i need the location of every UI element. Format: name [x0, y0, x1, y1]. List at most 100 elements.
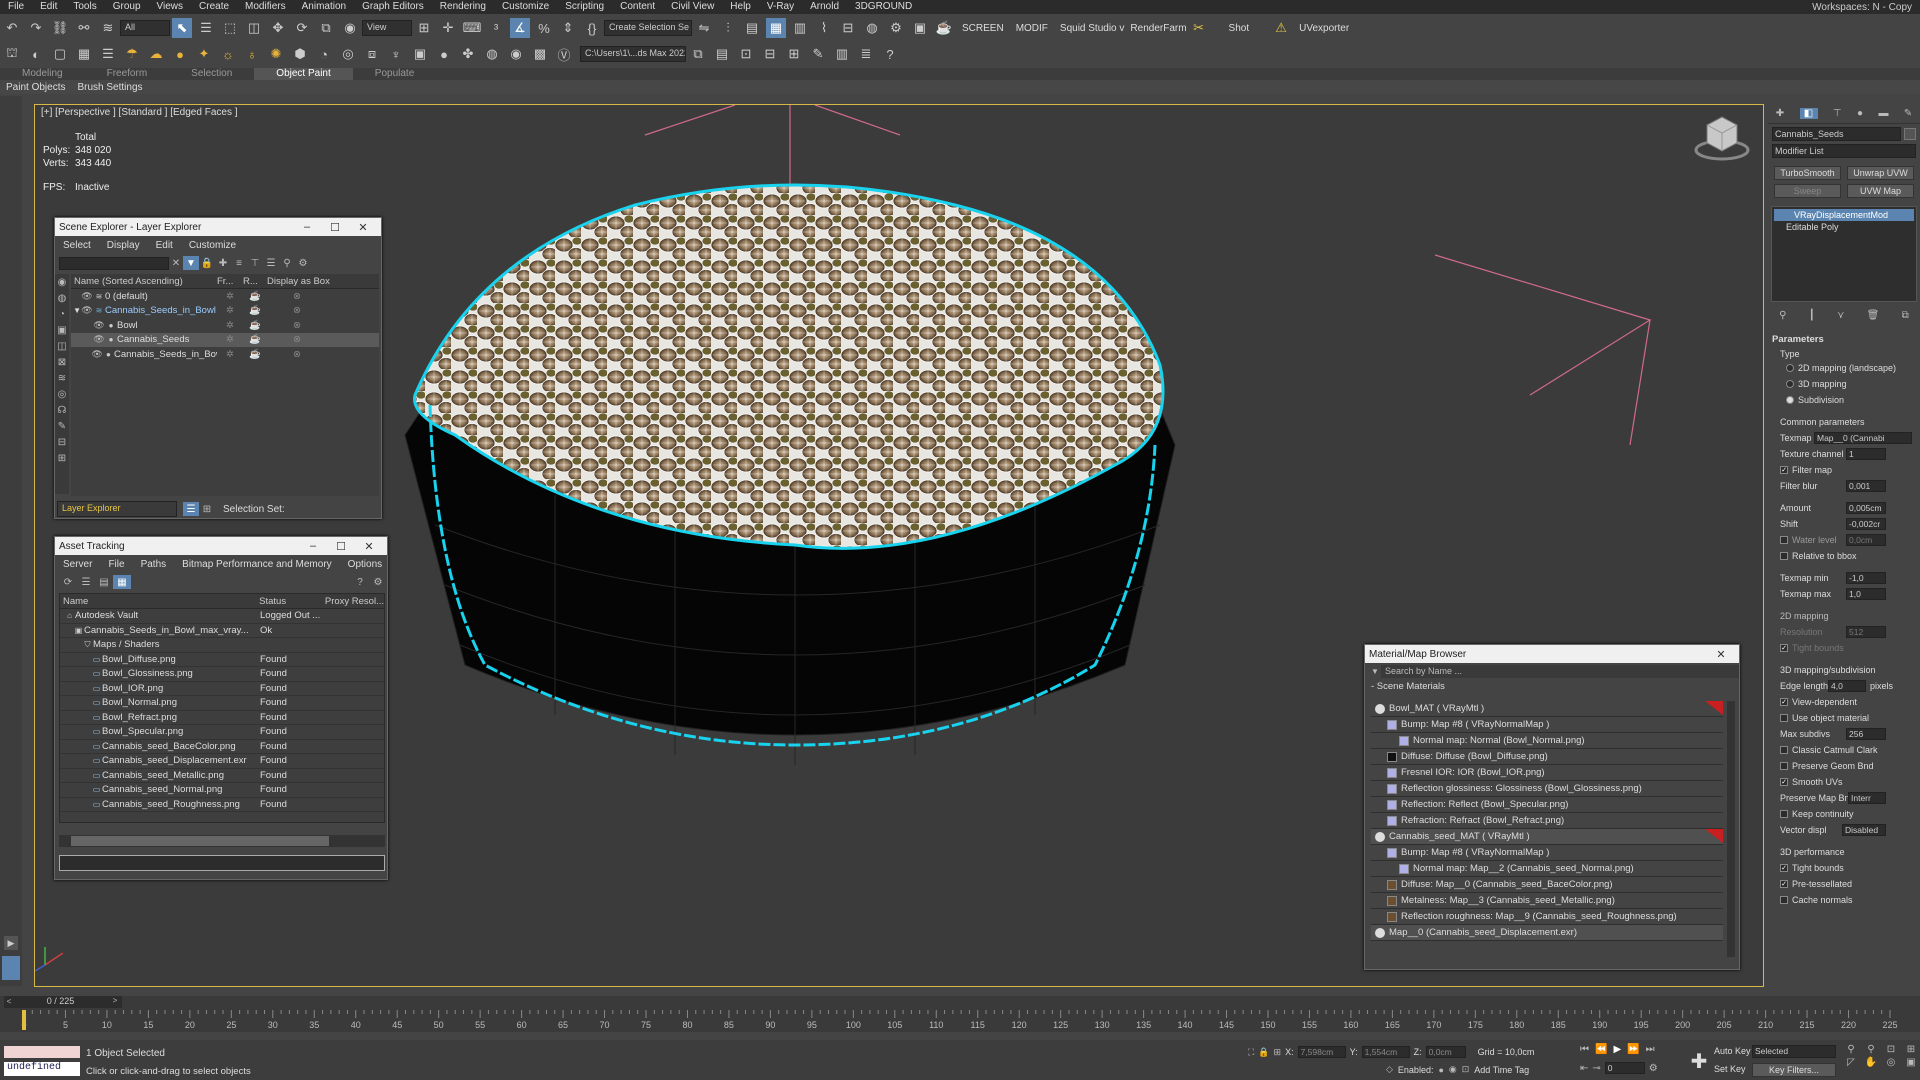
save-icon[interactable]: ⊡: [736, 44, 756, 64]
unwrap-uvw-button[interactable]: Unwrap UVW: [1847, 166, 1914, 180]
modifier-list-dropdown[interactable]: Modifier List: [1772, 144, 1916, 158]
tight-bounds-checkbox[interactable]: Tight bounds: [1792, 863, 1844, 873]
asset-row[interactable]: ⛉ Maps / Shaders: [60, 638, 384, 653]
fov-icon[interactable]: ◸: [1842, 1057, 1860, 1068]
tight-bounds-2d-checkbox[interactable]: Tight bounds: [1792, 643, 1844, 653]
smooth-uvs-checkbox[interactable]: Smooth UVs: [1792, 777, 1843, 787]
invert-display-icon[interactable]: ⊞: [55, 450, 69, 466]
x-field[interactable]: 7,598cm: [1297, 1046, 1346, 1058]
zoom-icon[interactable]: ⚲: [1842, 1044, 1860, 1055]
add-to-layer-icon[interactable]: ≡: [231, 258, 247, 269]
snap-3d-icon[interactable]: ³: [486, 18, 506, 38]
vray-mesh-icon[interactable]: ⧈: [362, 44, 382, 64]
vray-proxy-icon[interactable]: ⬢: [290, 44, 310, 64]
vray-frame-buffer-icon[interactable]: ◉: [506, 44, 526, 64]
menu-animation[interactable]: Animation: [294, 0, 354, 14]
asset-row[interactable]: ▣ Cannabis_Seeds_in_Bowl_max_vray... Ok: [60, 624, 384, 638]
lock-icon[interactable]: 🔒: [199, 258, 215, 269]
material-row[interactable]: Metalness: Map__3 (Cannabis_seed_Metalli…: [1371, 893, 1723, 909]
clear-search-icon[interactable]: ✕: [169, 258, 183, 269]
close-icon[interactable]: ✕: [355, 540, 383, 553]
pin-stack-icon[interactable]: ⚲: [1779, 310, 1786, 321]
create-tab-icon[interactable]: ✚: [1776, 108, 1784, 119]
display-box-icon[interactable]: ⊗: [267, 320, 327, 331]
help-icon[interactable]: ?: [351, 577, 369, 588]
show-end-result-icon[interactable]: ┃: [1809, 310, 1815, 321]
minimize-icon[interactable]: –: [293, 221, 321, 233]
display-xrefs-icon[interactable]: ☊: [55, 402, 69, 418]
3d-mapping-radio[interactable]: [1786, 380, 1794, 388]
material-browser-titlebar[interactable]: Material/Map Browser ✕: [1365, 645, 1739, 663]
display-box-icon[interactable]: ⊗: [267, 291, 327, 302]
scene-materials-section[interactable]: - Scene Materials: [1365, 679, 1739, 695]
maximize-icon[interactable]: ☐: [321, 221, 349, 234]
uvw-map-button[interactable]: UVW Map: [1847, 184, 1914, 198]
subdivision-radio[interactable]: [1786, 396, 1794, 404]
freeze-icon[interactable]: ✲: [217, 291, 243, 302]
render-icon[interactable]: ☕: [934, 18, 954, 38]
visibility-eye-icon[interactable]: 👁: [81, 305, 93, 316]
2d-mapping-radio[interactable]: [1786, 364, 1794, 372]
close-icon[interactable]: ✕: [1707, 648, 1735, 661]
vray-fur-icon[interactable]: ◔: [314, 44, 334, 64]
display-all-icon[interactable]: ⊟: [55, 434, 69, 450]
preserve-geom-bnd-checkbox[interactable]: Preserve Geom Bnd: [1792, 761, 1874, 771]
select-object-icon[interactable]: ⬉: [172, 18, 192, 38]
asset-row[interactable]: ▭ Cannabis_seed_Displacement.exr Found: [60, 754, 384, 769]
go-to-end-icon[interactable]: ⏭: [1646, 1044, 1655, 1055]
render-teapot-icon[interactable]: ☕: [243, 349, 267, 360]
maxscript-mini-listener[interactable]: [4, 1046, 80, 1058]
layer-row[interactable]: 👁 ≋ 0 (default) ✲ ☕ ⊗: [71, 289, 379, 304]
material-row[interactable]: Bowl_MAT ( VRayMtl ): [1371, 701, 1723, 717]
classic-catmull-clark-checkbox[interactable]: Classic Catmull Clark: [1792, 745, 1878, 755]
menu-views[interactable]: Views: [149, 0, 192, 14]
material-scrollbar[interactable]: [1727, 701, 1735, 957]
scene-menu-select[interactable]: Select: [55, 240, 99, 251]
render-teapot-icon[interactable]: ☕: [243, 334, 267, 345]
viewcube-icon[interactable]: [1694, 116, 1750, 161]
set-key-big-icon[interactable]: ✚: [1688, 1048, 1710, 1074]
menu-civil-view[interactable]: Civil View: [663, 0, 722, 14]
adaptive-degradation-icon[interactable]: ◇: [1386, 1064, 1393, 1075]
material-row[interactable]: Diffuse: Diffuse (Bowl_Diffuse.png): [1371, 749, 1723, 765]
vray-logo-icon[interactable]: Ⓥ: [554, 44, 574, 64]
renderfarm-button[interactable]: RenderFarm: [1130, 23, 1186, 34]
preserve-map-bnd-dropdown[interactable]: Interr: [1848, 792, 1886, 804]
asset-menu-server[interactable]: Server: [55, 559, 100, 570]
play-strip-icon[interactable]: ▶: [4, 936, 18, 950]
schematic-view-icon[interactable]: ⊟: [838, 18, 858, 38]
freeze-icon[interactable]: ✲: [217, 334, 243, 345]
import-icon[interactable]: ⊟: [760, 44, 780, 64]
undo-icon[interactable]: ↶: [2, 18, 22, 38]
options-icon[interactable]: ⚙: [369, 577, 387, 588]
hierarchy-tab-icon[interactable]: ⊤: [1833, 108, 1842, 119]
asset-tracking-titlebar[interactable]: Asset Tracking – ☐ ✕: [55, 537, 387, 555]
parameters-rollout-title[interactable]: Parameters: [1772, 334, 1916, 348]
menu-file[interactable]: File: [0, 0, 32, 14]
select-scale-icon[interactable]: ⧉: [316, 18, 336, 38]
curve-editor-icon[interactable]: ⌇: [814, 18, 834, 38]
project-path-dropdown[interactable]: C:\Users\1\...ds Max 2022: [580, 46, 686, 62]
auto-key-button[interactable]: Auto Key: [1714, 1046, 1751, 1056]
select-rotate-icon[interactable]: ⟳: [292, 18, 312, 38]
link-icon[interactable]: ⛓: [50, 18, 70, 38]
display-box-icon[interactable]: ⊗: [267, 305, 327, 316]
scene-explorer-titlebar[interactable]: Scene Explorer - Layer Explorer – ☐ ✕: [55, 218, 381, 236]
vray-clipper-icon[interactable]: ▣: [410, 44, 430, 64]
asset-menu-file[interactable]: File: [100, 559, 132, 570]
z-field[interactable]: 0,0cm: [1425, 1046, 1466, 1058]
vray-hair-icon[interactable]: ♆: [386, 44, 406, 64]
screen-button[interactable]: SCREEN: [956, 23, 1010, 34]
key-filters-button[interactable]: Key Filters...: [1752, 1063, 1836, 1077]
asset-row[interactable]: ▭ Bowl_Refract.png Found: [60, 711, 384, 725]
ribbon-icon[interactable]: ▥: [790, 18, 810, 38]
maximize-icon[interactable]: ☐: [327, 540, 355, 553]
maxscript-output[interactable]: undefined: [4, 1062, 80, 1076]
vray-vfb-icon[interactable]: ▩: [530, 44, 550, 64]
freeze-icon[interactable]: ✲: [217, 305, 243, 316]
explorer-type-dropdown[interactable]: Layer Explorer: [57, 501, 177, 517]
keyboard-shortcut-icon[interactable]: ⌨: [462, 18, 482, 38]
use-object-material-checkbox[interactable]: Use object material: [1792, 713, 1869, 723]
help-icon[interactable]: ?: [880, 44, 900, 64]
menu-edit[interactable]: Edit: [32, 0, 65, 14]
